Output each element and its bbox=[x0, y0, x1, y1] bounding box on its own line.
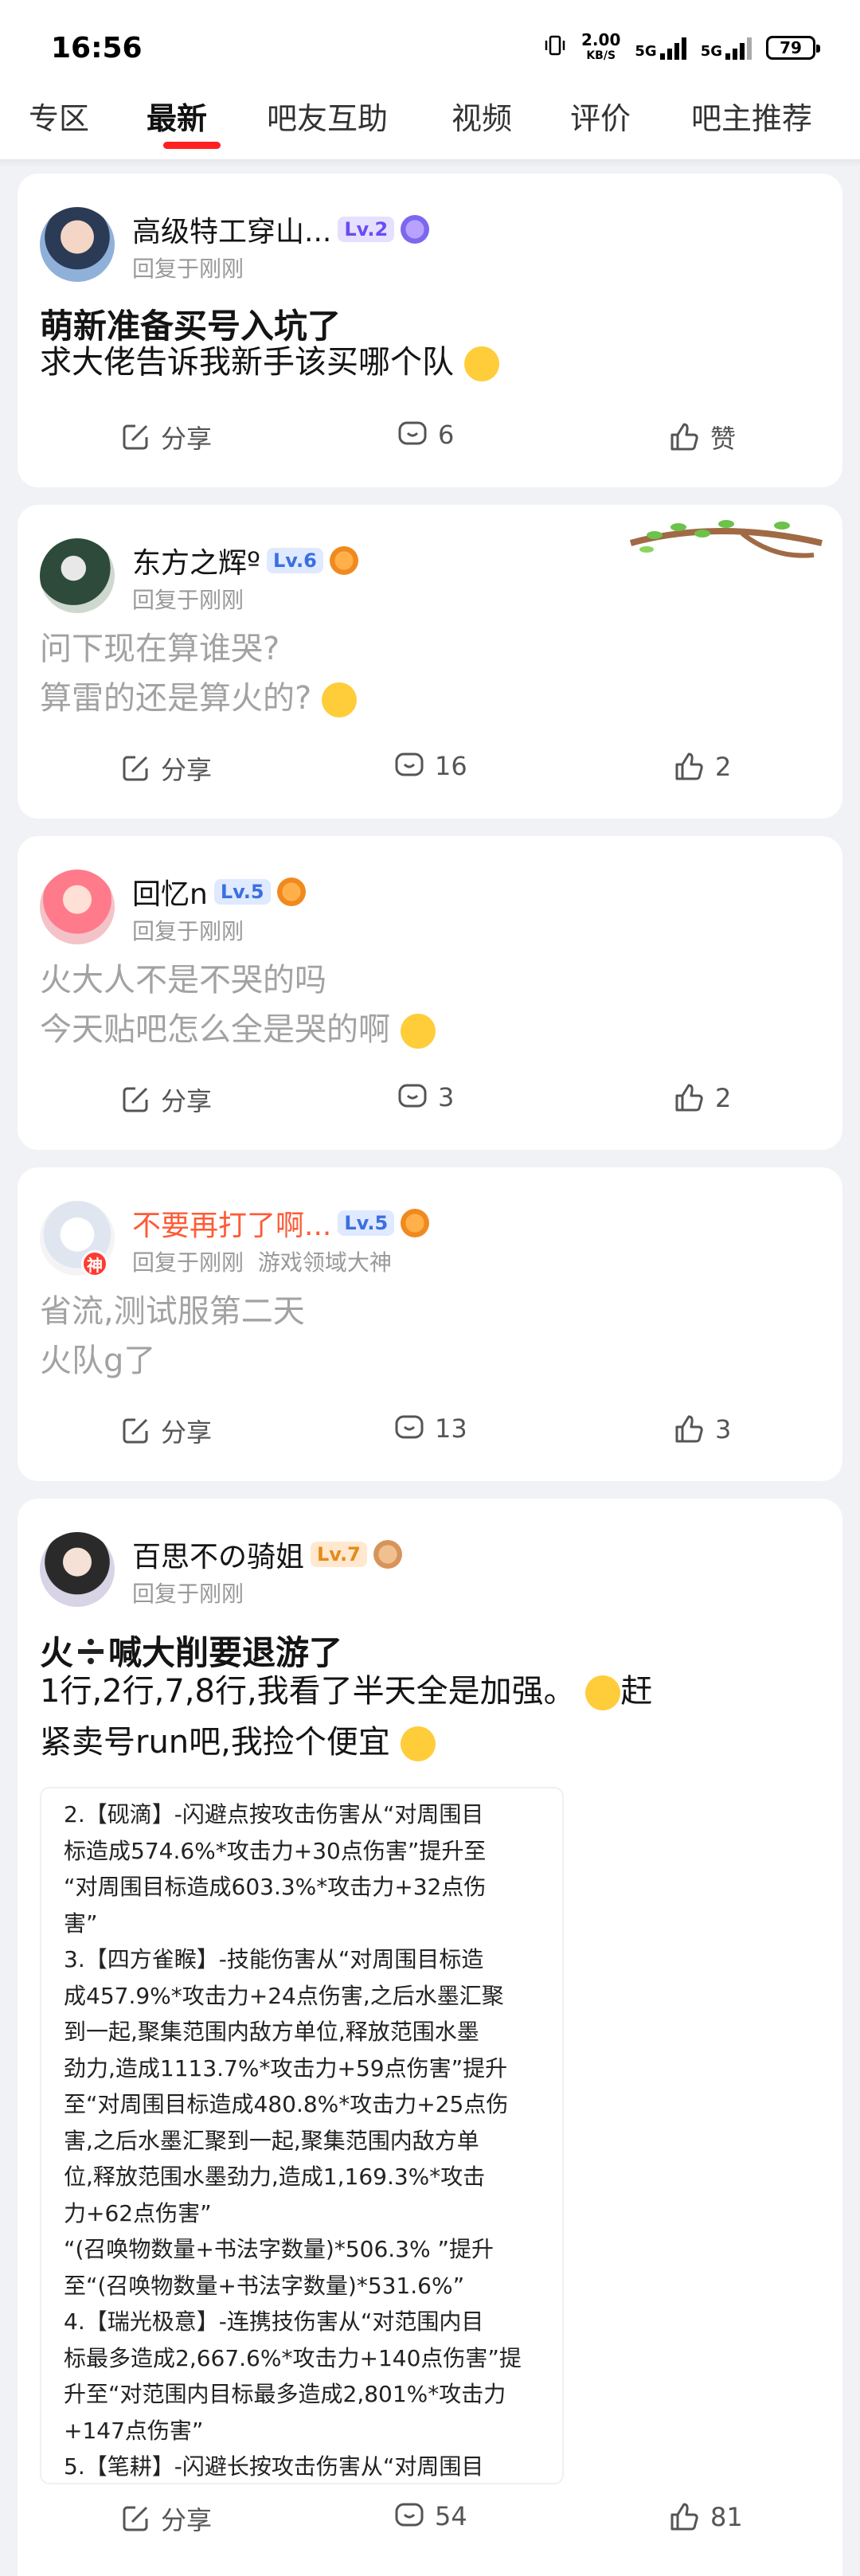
reply-time: 回复于刚刚 bbox=[132, 587, 244, 613]
game-badge-icon bbox=[329, 546, 358, 575]
comment-button[interactable]: 16 bbox=[393, 750, 467, 782]
tab-recommend[interactable]: 吧主推荐 bbox=[691, 94, 812, 138]
avatar[interactable] bbox=[40, 207, 115, 282]
comment-icon bbox=[395, 1415, 424, 1439]
like-button[interactable]: 81 bbox=[667, 2500, 743, 2534]
shush-emoji-icon bbox=[400, 1726, 436, 1761]
username[interactable]: 回忆n Lv.5 bbox=[132, 871, 306, 913]
comment-icon bbox=[395, 752, 424, 776]
status-icons: 2.00 KB/S 5G 5G 79 bbox=[543, 30, 820, 64]
signal-2: 5G bbox=[701, 36, 752, 60]
thinking-emoji-icon bbox=[321, 682, 357, 717]
divide-emoji-icon bbox=[73, 1634, 108, 1669]
tab-review[interactable]: 评价 bbox=[570, 94, 631, 138]
level-badge: Lv.5 bbox=[338, 1210, 395, 1236]
post-actions: 分享 13 3 bbox=[18, 1413, 842, 1460]
username[interactable]: 高级特工穿山... Lv.2 bbox=[132, 209, 430, 250]
divider bbox=[0, 159, 860, 167]
post-actions: 分享 54 81 bbox=[18, 2500, 842, 2548]
share-icon bbox=[123, 424, 148, 450]
thumbs-up-icon bbox=[670, 2503, 698, 2531]
share-icon bbox=[123, 2506, 148, 2531]
share-button[interactable]: 分享 bbox=[119, 750, 212, 787]
title-tag: 游戏领域大神 bbox=[257, 1249, 392, 1276]
comment-button[interactable]: 54 bbox=[393, 2500, 467, 2532]
comment-button[interactable]: 6 bbox=[397, 419, 454, 451]
like-button[interactable]: 2 bbox=[672, 1081, 731, 1115]
comment-icon bbox=[398, 1084, 427, 1108]
clock: 16:56 bbox=[51, 32, 143, 64]
signal-bars-icon bbox=[659, 36, 686, 60]
gingerbread-badge-icon bbox=[373, 1540, 402, 1569]
grimace-emoji-icon bbox=[400, 1014, 436, 1049]
tab-help[interactable]: 吧友互助 bbox=[267, 94, 388, 138]
post-body: 省流,测试服第二天 火队g了 bbox=[40, 1293, 305, 1379]
shocked-emoji-icon bbox=[585, 1675, 621, 1710]
avatar[interactable] bbox=[40, 538, 115, 613]
username[interactable]: 百思不の骑姐 Lv.7 bbox=[132, 1534, 402, 1575]
post-actions: 分享 6 赞 bbox=[18, 419, 842, 467]
thumbs-up-icon bbox=[675, 1415, 703, 1443]
comment-button[interactable]: 13 bbox=[393, 1413, 467, 1444]
level-badge: Lv.6 bbox=[266, 548, 323, 573]
comment-icon bbox=[395, 2503, 424, 2527]
reply-time: 回复于刚刚 游戏领域大神 bbox=[132, 1249, 392, 1276]
post-card[interactable]: 高级特工穿山... Lv.2 回复于刚刚 萌新准备买号入坑了 求大佬告诉我新手该… bbox=[18, 174, 842, 487]
reply-time: 回复于刚刚 bbox=[132, 918, 244, 944]
level-badge: Lv.7 bbox=[311, 1542, 367, 1567]
like-button[interactable]: 2 bbox=[672, 750, 731, 784]
battery-icon: 79 bbox=[766, 36, 820, 60]
post-body: 问下现在算谁哭? 算雷的还是算火的? bbox=[40, 624, 357, 723]
username[interactable]: 不要再打了啊... Lv.5 bbox=[132, 1202, 430, 1244]
game-badge-icon bbox=[276, 878, 306, 906]
reply-time: 回复于刚刚 bbox=[132, 1581, 244, 1607]
post-actions: 分享 16 2 bbox=[18, 750, 842, 798]
signal-1: 5G bbox=[635, 36, 686, 60]
share-button[interactable]: 分享 bbox=[119, 2500, 212, 2537]
level-badge: Lv.2 bbox=[338, 217, 395, 242]
share-button[interactable]: 分享 bbox=[119, 419, 212, 455]
tab-video[interactable]: 视频 bbox=[452, 94, 512, 138]
signal-bars-icon bbox=[725, 36, 752, 60]
yum-emoji-icon bbox=[463, 346, 499, 381]
tab-zhuanqu[interactable]: 专区 bbox=[29, 94, 89, 138]
reply-time: 回复于刚刚 bbox=[132, 256, 244, 282]
post-body: 求大佬告诉我新手该买哪个队 bbox=[40, 338, 499, 387]
tab-latest[interactable]: 最新 bbox=[147, 94, 207, 138]
share-icon bbox=[123, 1418, 148, 1444]
thumbs-up-icon bbox=[670, 423, 698, 451]
game-badge-icon bbox=[401, 1209, 430, 1237]
thumbs-up-icon bbox=[675, 752, 703, 780]
post-body: 火大人不是不哭的吗 今天贴吧怎么全是哭的啊 bbox=[40, 956, 436, 1054]
post-actions: 分享 3 2 bbox=[18, 1081, 842, 1129]
network-speed: 2.00 KB/S bbox=[581, 30, 621, 62]
god-badge: 神 bbox=[81, 1250, 108, 1277]
share-button[interactable]: 分享 bbox=[119, 1413, 212, 1449]
star-badge-icon bbox=[401, 215, 430, 244]
level-badge: Lv.5 bbox=[213, 879, 271, 905]
status-bar: 16:56 2.00 KB/S 5G 5G 79 bbox=[0, 0, 860, 96]
avatar[interactable] bbox=[40, 870, 115, 944]
like-button[interactable]: 3 bbox=[672, 1413, 731, 1446]
vibrate-icon bbox=[543, 33, 567, 62]
share-button[interactable]: 分享 bbox=[119, 1081, 212, 1118]
comment-icon bbox=[398, 421, 427, 445]
post-image[interactable]: 2.【砚滴】-闪避点按攻击伤害从“对周围目 标造成574.6%*攻击力+30点伤… bbox=[40, 1787, 564, 2484]
post-card[interactable]: 神 不要再打了啊... Lv.5 回复于刚刚 游戏领域大神 省流,测试服第二天 … bbox=[18, 1167, 842, 1481]
share-icon bbox=[123, 756, 148, 781]
comment-button[interactable]: 3 bbox=[397, 1081, 454, 1113]
avatar[interactable] bbox=[40, 1532, 115, 1607]
thumbs-up-icon bbox=[675, 1084, 703, 1112]
post-body: 1行,2行,7,8行,我看了半天全是加强。 赶 紧卖号run吧,我捡个便宜 bbox=[40, 1673, 653, 1761]
post-card[interactable]: 东方之辉º Lv.6 回复于刚刚 问下现在算谁哭? 算雷的还是算火的? 分享 1… bbox=[18, 505, 842, 819]
like-button[interactable]: 赞 bbox=[667, 419, 736, 455]
username[interactable]: 东方之辉º Lv.6 bbox=[132, 540, 358, 581]
post-card[interactable]: 回忆n Lv.5 回复于刚刚 火大人不是不哭的吗 今天贴吧怎么全是哭的啊 分享 … bbox=[18, 836, 842, 1150]
share-icon bbox=[123, 1087, 148, 1112]
active-tab-indicator bbox=[163, 142, 221, 149]
branch-decoration-icon bbox=[629, 520, 823, 558]
